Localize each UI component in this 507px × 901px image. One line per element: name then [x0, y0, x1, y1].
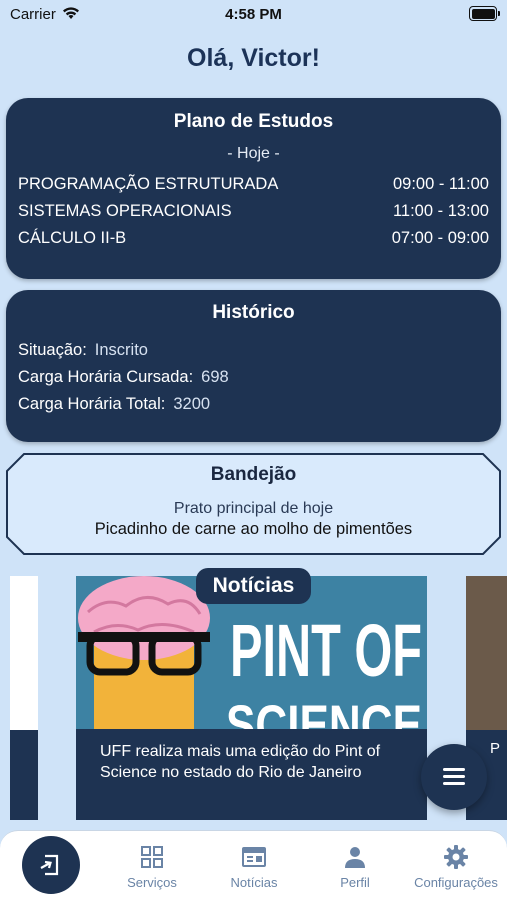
- news-image-text-2: SCIENCE: [226, 693, 422, 730]
- study-plan-title: Plano de Estudos: [173, 111, 334, 132]
- tab-label: Configurações: [414, 875, 498, 890]
- study-plan-day: - Hoje -: [227, 145, 280, 162]
- enter-icon: [40, 854, 59, 876]
- history-label: Carga Horária Cursada:: [18, 368, 194, 386]
- tab-perfil[interactable]: Perfil: [308, 831, 402, 901]
- menu-icon: [443, 768, 465, 771]
- news-caption: UFF realiza mais uma edição do Pint of S…: [76, 729, 427, 820]
- bandejao-border: [6, 453, 501, 555]
- history-list: Situação: Inscrito Carga Horária Cursada:…: [6, 337, 501, 418]
- tab-servicos[interactable]: Serviços: [104, 831, 200, 901]
- greeting-title: Olá, Victor!: [187, 44, 320, 72]
- grid-icon: [141, 846, 163, 868]
- gear-icon: [444, 845, 468, 869]
- news-image-text: PINT OF: [230, 609, 422, 692]
- study-plan-card[interactable]: Plano de Estudos - Hoje - PROGRAMAÇÃO ES…: [6, 98, 501, 279]
- history-value: Inscrito: [94, 341, 148, 359]
- history-label: Carga Horária Total:: [18, 395, 166, 413]
- tab-configuracoes[interactable]: Configurações: [408, 831, 504, 901]
- tab-label: Perfil: [340, 875, 370, 890]
- class-time: 11:00 - 13:00: [392, 202, 489, 220]
- clock: 4:58 PM: [225, 6, 282, 23]
- class-row: PROGRAMAÇÃO ESTRUTURADA 09:00 - 11:00: [18, 171, 489, 198]
- person-icon: [345, 847, 365, 868]
- news-card-prev[interactable]: [10, 576, 38, 820]
- class-time: 09:00 - 11:00: [392, 175, 489, 193]
- home-button[interactable]: [22, 836, 80, 894]
- history-card[interactable]: Histórico Situação: Inscrito Carga Horári…: [6, 290, 501, 442]
- battery-icon: [469, 6, 500, 21]
- menu-button[interactable]: [421, 744, 487, 810]
- news-card[interactable]: PINT OF SCIENCE UFF realiza mais uma edi…: [76, 576, 427, 820]
- history-row: Carga Horária Total: 3200: [18, 391, 489, 418]
- class-name: PROGRAMAÇÃO ESTRUTURADA: [18, 175, 279, 193]
- class-list: PROGRAMAÇÃO ESTRUTURADA 09:00 - 11:00 SI…: [6, 171, 501, 252]
- history-row: Carga Horária Cursada: 698: [18, 364, 489, 391]
- news-section-tag: Notícias: [196, 568, 311, 604]
- history-title: Histórico: [212, 302, 295, 323]
- status-bar: Carrier 4:58 PM: [0, 0, 507, 30]
- tab-label: Serviços: [127, 875, 177, 890]
- class-time: 07:00 - 09:00: [391, 229, 489, 247]
- history-value: 3200: [173, 395, 211, 413]
- history-row: Situação: Inscrito: [18, 337, 489, 364]
- newspaper-icon: [242, 847, 266, 867]
- history-label: Situação:: [18, 341, 87, 359]
- class-name: SISTEMAS OPERACIONAIS: [18, 202, 232, 220]
- class-row: CÁLCULO II-B 07:00 - 09:00: [18, 225, 489, 252]
- tab-label: Notícias: [230, 875, 278, 890]
- class-row: SISTEMAS OPERACIONAIS 11:00 - 13:00: [18, 198, 489, 225]
- class-name: CÁLCULO II-B: [18, 229, 127, 247]
- tab-noticias[interactable]: Notícias: [206, 831, 302, 901]
- history-value: 698: [201, 368, 229, 386]
